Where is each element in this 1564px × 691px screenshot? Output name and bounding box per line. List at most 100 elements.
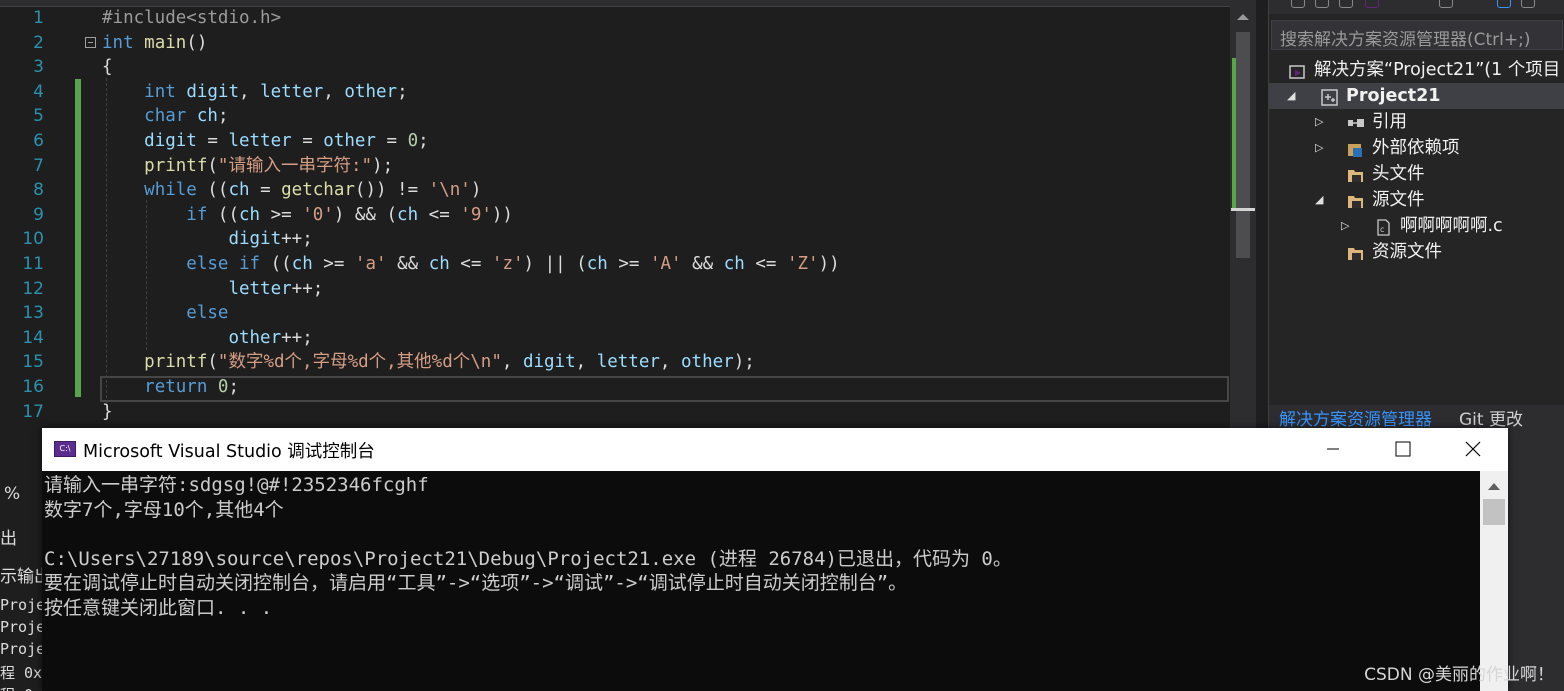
code-line-10: digit++; [228,229,313,250]
line-number: 17 [22,401,44,422]
tree-item-label: 资源文件 [1372,242,1442,262]
console-output[interactable]: 请输入一串字符:sdgsg!@#!2352346fcghf 数字7个,字母10个… [42,471,1479,691]
pending-changes-icon[interactable] [1439,0,1453,8]
code-line-13: else [186,303,229,324]
collapse-toggle-icon[interactable] [85,37,96,48]
code-line-17: } [102,401,113,422]
search-placeholder: 搜索解决方案资源管理器(Ctrl+;) [1280,30,1531,50]
tree-item-header-files[interactable]: 头文件 [1269,161,1564,187]
output-fragment: Proje [0,640,42,658]
console-vertical-scrollbar[interactable] [1480,471,1508,691]
tree-item-label: 外部依赖项 [1372,138,1460,158]
code-line-16: return 0; [144,377,240,397]
line-number: 10 [22,229,44,250]
console-line: 按任意键关闭此窗口. . . [44,596,273,619]
project-label: Project21 [1346,86,1441,106]
console-title-bar[interactable]: C:\ Microsoft Visual Studio 调试控制台 [42,428,1508,471]
solution-explorer-panel: 搜索解决方案资源管理器(Ctrl+;) 解决方案“Project21”(1 个项… [1268,0,1564,470]
scrollbar-thumb[interactable] [1236,32,1250,258]
output-fragment: 出 [0,529,17,549]
tree-item-label: 源文件 [1372,190,1425,210]
code-line-2: int main() [102,32,208,53]
code-line-12: letter++; [228,278,324,299]
expanded-triangle-icon[interactable]: ◢ [1315,187,1323,213]
minimize-button[interactable] [1297,428,1367,471]
line-number: 4 [33,81,44,102]
c-file-icon: c [1375,218,1392,236]
forward-icon[interactable] [1315,0,1329,8]
maximize-button[interactable] [1367,428,1437,471]
close-button[interactable] [1438,428,1508,471]
folder-open-icon [1347,192,1364,209]
line-number: 7 [33,155,44,176]
vs-switch-view-icon[interactable] [1365,0,1379,8]
line-number: 3 [33,57,44,78]
code-line-14: other++; [228,327,313,348]
console-line: 数字7个,字母10个,其他4个 [44,498,284,521]
line-number: 5 [33,106,44,127]
line-number: 11 [22,254,44,274]
code-line-7: printf("请输入一串字符:"); [144,155,394,176]
folder-icon [1347,244,1364,261]
console-line: C:\Users\27189\source\repos\Project21\De… [44,547,1012,570]
line-number: 15 [22,352,44,373]
console-line: 请输入一串字符:sdgsg!@#!2352346fcghf [44,474,429,496]
line-number: 6 [33,131,44,151]
back-icon[interactable] [1291,0,1305,8]
current-line-highlight [100,376,1229,402]
line-number: 16 [22,377,44,397]
line-number: 12 [22,278,44,299]
references-icon [1347,114,1364,131]
project-node[interactable]: ◢ Project21 [1269,83,1564,109]
code-line-6: digit = letter = other = 0; [144,131,429,151]
tree-item-label: 头文件 [1372,164,1425,184]
solution-label: 解决方案“Project21”(1 个项目 [1314,60,1561,80]
tree-item-c-file[interactable]: ▷ c 啊啊啊啊啊.c [1269,213,1564,239]
zoom-percent: % [4,484,21,504]
line-number: 8 [33,180,44,201]
tree-item-external-dependencies[interactable]: ▷ 外部依赖项 [1269,135,1564,161]
code-line-3: { [102,57,113,78]
svg-text:c: c [1380,225,1384,234]
collapse-all-icon[interactable] [1521,0,1535,8]
code-line-8: while ((ch = getchar()) != '\n') [144,180,482,201]
scroll-up-arrow-icon[interactable] [1237,14,1249,20]
tree-item-label: 啊啊啊啊啊.c [1400,216,1503,236]
tree-item-source-files[interactable]: ◢ 源文件 [1269,187,1564,213]
tree-item-label: 引用 [1372,112,1407,132]
output-fragment: Proje [0,596,42,614]
scrollbar-thumb[interactable] [1483,499,1505,525]
line-number: 1 [33,8,44,28]
scrollbar-change-marker [1232,58,1236,208]
maximize-icon [1395,441,1411,457]
solution-icon [1289,62,1306,79]
console-title: Microsoft Visual Studio 调试控制台 [83,442,375,462]
collapsed-triangle-icon[interactable]: ▷ [1315,135,1323,161]
console-line: 要在调试停止时自动关闭控制台，请启用“工具”->“选项”->“调试”->“调试停… [44,572,908,594]
solution-explorer-search-input[interactable]: 搜索解决方案资源管理器(Ctrl+;) [1271,20,1563,50]
collapsed-triangle-icon[interactable]: ▷ [1315,109,1323,135]
console-app-icon: C:\ [54,441,76,457]
tree-item-references[interactable]: ▷ 引用 [1269,109,1564,135]
sync-icon[interactable] [1497,0,1511,8]
collapsed-triangle-icon[interactable]: ▷ [1341,213,1349,239]
expanded-triangle-icon[interactable]: ◢ [1287,83,1295,109]
close-icon [1465,441,1481,457]
line-number: 2 [33,32,44,53]
external-dependencies-icon [1347,140,1364,157]
editor-vertical-scrollbar[interactable] [1230,0,1256,430]
home-icon[interactable] [1339,0,1353,8]
watermark: CSDN @美丽的作业啊！ [1364,665,1554,685]
code-line-11: else if ((ch >= 'a' && ch <= 'z') || (ch… [186,254,840,274]
scrollbar-caret-marker [1231,208,1255,211]
code-editor[interactable]: 1 2 3 4 5 6 7 8 9 10 11 12 13 14 15 16 1… [0,0,1230,430]
line-number: 14 [22,327,44,348]
folder-icon [1347,166,1364,183]
code-line-9: if ((ch >= '0') && (ch <= '9')) [186,204,513,225]
code-line-15: printf("数字%d个,字母%d个,其他%d个\n", digit, let… [144,352,755,373]
solution-node[interactable]: 解决方案“Project21”(1 个项目 [1289,57,1564,83]
tree-item-resource-files[interactable]: 资源文件 [1269,239,1564,265]
debug-console-window[interactable]: C:\ Microsoft Visual Studio 调试控制台 请输入一串字… [42,428,1508,691]
scroll-up-arrow-icon[interactable] [1488,483,1500,490]
output-fragment: 示输出 [0,567,42,587]
